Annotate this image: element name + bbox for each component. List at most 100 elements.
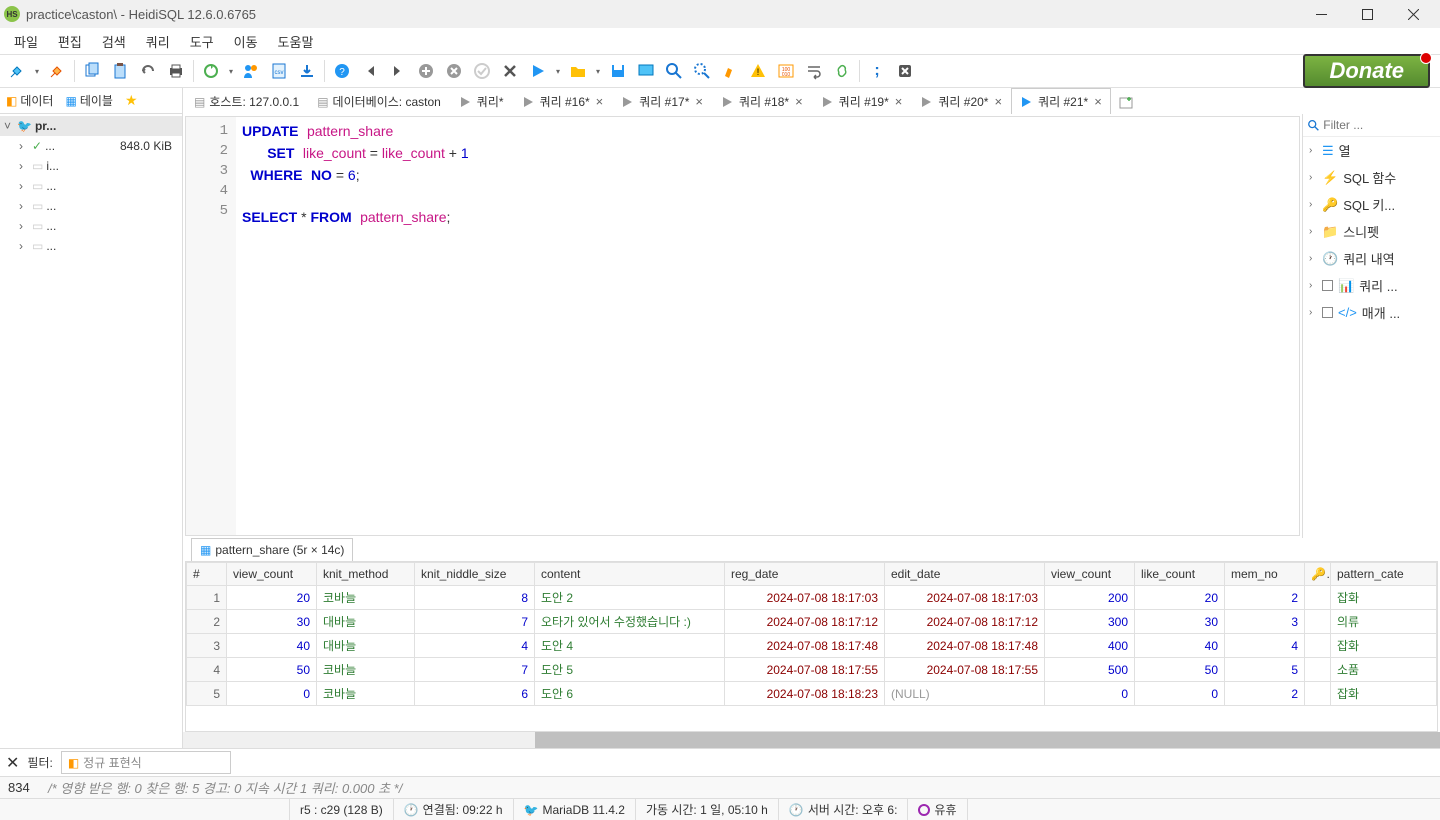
warning-icon[interactable]: ! bbox=[745, 58, 771, 84]
add-icon[interactable] bbox=[413, 58, 439, 84]
semicolon-icon[interactable]: ; bbox=[864, 58, 890, 84]
tree-item[interactable]: ›▭... bbox=[0, 176, 182, 196]
csv-icon[interactable]: csv bbox=[266, 58, 292, 84]
last-icon[interactable] bbox=[385, 58, 411, 84]
menu-go[interactable]: 이동 bbox=[224, 28, 268, 55]
add-tab-button[interactable] bbox=[1115, 92, 1137, 114]
menu-query[interactable]: 쿼리 bbox=[136, 28, 180, 55]
paste-icon[interactable] bbox=[107, 58, 133, 84]
tab-host[interactable]: ▤호스트: 127.0.0.1 bbox=[185, 88, 308, 114]
stop-icon[interactable] bbox=[892, 58, 918, 84]
helper-parameters[interactable]: ›</>매개 ... bbox=[1303, 299, 1440, 326]
helper-snippets[interactable]: ›📁스니펫 bbox=[1303, 218, 1440, 245]
helper-sql-functions[interactable]: ›⚡SQL 함수 bbox=[1303, 164, 1440, 191]
tab-query-18[interactable]: 쿼리 #18*× bbox=[712, 88, 812, 114]
close-icon[interactable]: × bbox=[895, 94, 903, 109]
donate-button[interactable]: Donate bbox=[1303, 54, 1430, 88]
undo-icon[interactable] bbox=[135, 58, 161, 84]
log-message: /* 영향 받은 행: 0 찾은 행: 5 경고: 0 지속 시간 1 쿼리: … bbox=[48, 778, 402, 797]
binary-icon[interactable]: 100010 bbox=[773, 58, 799, 84]
copy-icon[interactable] bbox=[79, 58, 105, 84]
table-row[interactable]: 340대바늘4도안 42024-07-08 18:17:482024-07-08… bbox=[187, 634, 1437, 658]
run-icon[interactable] bbox=[525, 58, 551, 84]
horizontal-scrollbar[interactable] bbox=[183, 732, 1440, 748]
sql-editor[interactable]: 12345 UPDATE pattern_share SET like_coun… bbox=[185, 116, 1300, 536]
cancel-icon[interactable] bbox=[497, 58, 523, 84]
sidetab-table[interactable]: ▦테이블 bbox=[59, 88, 118, 113]
tab-query-16[interactable]: 쿼리 #16*× bbox=[513, 88, 613, 114]
first-icon[interactable] bbox=[357, 58, 383, 84]
menu-edit[interactable]: 편집 bbox=[48, 28, 92, 55]
dropdown-icon[interactable]: ▾ bbox=[553, 67, 563, 76]
dropdown-icon[interactable]: ▾ bbox=[226, 67, 236, 76]
link-icon[interactable] bbox=[829, 58, 855, 84]
code-area[interactable]: UPDATE pattern_share SET like_count = li… bbox=[236, 117, 1299, 535]
filter-field[interactable]: ◧정규 표현식 bbox=[61, 751, 231, 774]
menu-help[interactable]: 도움말 bbox=[268, 28, 324, 55]
tree-item[interactable]: ›▭... bbox=[0, 216, 182, 236]
maximize-button[interactable] bbox=[1344, 0, 1390, 28]
toolbar: ▾ ▾ csv ? ▾ ▾ ! 100010 ; Donate bbox=[0, 54, 1440, 88]
table-row[interactable]: 450코바늘7도안 52024-07-08 18:17:552024-07-08… bbox=[187, 658, 1437, 682]
folder-icon[interactable] bbox=[565, 58, 591, 84]
menu-file[interactable]: 파일 bbox=[4, 28, 48, 55]
print-icon[interactable] bbox=[163, 58, 189, 84]
result-grid[interactable]: #view_countknit_methodknit_niddle_sizeco… bbox=[185, 561, 1438, 732]
close-button[interactable] bbox=[1390, 0, 1436, 28]
clock-icon: 🕐 bbox=[1322, 251, 1338, 267]
dropdown-icon[interactable]: ▾ bbox=[32, 67, 42, 76]
helper-query-history[interactable]: ›🕐쿼리 내역 bbox=[1303, 245, 1440, 272]
helper-columns[interactable]: ›☰열 bbox=[1303, 137, 1440, 164]
tree-item[interactable]: ›✓...848.0 KiB bbox=[0, 136, 182, 156]
zoom-icon[interactable] bbox=[689, 58, 715, 84]
screen-icon[interactable] bbox=[633, 58, 659, 84]
close-icon[interactable]: × bbox=[695, 94, 703, 109]
users-icon[interactable] bbox=[238, 58, 264, 84]
save-icon[interactable] bbox=[605, 58, 631, 84]
help-icon[interactable]: ? bbox=[329, 58, 355, 84]
disconnect-icon[interactable] bbox=[44, 58, 70, 84]
dropdown-icon[interactable]: ▾ bbox=[593, 67, 603, 76]
tree-root[interactable]: ˅🐦pr... bbox=[0, 116, 182, 136]
key-icon: 🔑 bbox=[1311, 567, 1331, 581]
refresh-icon[interactable] bbox=[198, 58, 224, 84]
tab-database[interactable]: ▤데이터베이스: caston bbox=[308, 88, 450, 114]
close-icon[interactable]: × bbox=[795, 94, 803, 109]
highlight-icon[interactable] bbox=[717, 58, 743, 84]
sidetab-data[interactable]: ◧데이터 bbox=[0, 88, 59, 113]
tab-query[interactable]: 쿼리* bbox=[450, 88, 513, 114]
table-row[interactable]: 120코바늘8도안 22024-07-08 18:17:032024-07-08… bbox=[187, 586, 1437, 610]
tree-item[interactable]: ›▭... bbox=[0, 196, 182, 216]
checkbox[interactable] bbox=[1322, 307, 1333, 318]
minimize-button[interactable] bbox=[1298, 0, 1344, 28]
helper-query-profile[interactable]: ›📊쿼리 ... bbox=[1303, 272, 1440, 299]
remove-icon[interactable] bbox=[441, 58, 467, 84]
tab-query-19[interactable]: 쿼리 #19*× bbox=[812, 88, 912, 114]
tree-item[interactable]: ›▭... bbox=[0, 236, 182, 256]
helper-filter[interactable] bbox=[1303, 114, 1440, 137]
tree-item[interactable]: ›▭i... bbox=[0, 156, 182, 176]
connect-icon[interactable] bbox=[4, 58, 30, 84]
close-icon[interactable]: × bbox=[596, 94, 604, 109]
checkbox[interactable] bbox=[1322, 280, 1333, 291]
wrap-icon[interactable] bbox=[801, 58, 827, 84]
export-icon[interactable] bbox=[294, 58, 320, 84]
db-tree[interactable]: ˅🐦pr... ›✓...848.0 KiB ›▭i... ›▭... ›▭..… bbox=[0, 114, 182, 258]
grid-header[interactable]: #view_countknit_methodknit_niddle_sizeco… bbox=[187, 563, 1437, 586]
search-icon[interactable] bbox=[661, 58, 687, 84]
close-icon[interactable]: × bbox=[1094, 94, 1102, 109]
tab-query-21[interactable]: 쿼리 #21*× bbox=[1011, 88, 1111, 114]
menu-tools[interactable]: 도구 bbox=[180, 28, 224, 55]
tab-query-20[interactable]: 쿼리 #20*× bbox=[911, 88, 1011, 114]
sidetab-favorite[interactable]: ★ bbox=[119, 88, 144, 113]
result-tab[interactable]: ▦pattern_share (5r × 14c) bbox=[191, 538, 353, 561]
table-row[interactable]: 50코바늘6도안 62024-07-08 18:18:23(NULL)002잡화 bbox=[187, 682, 1437, 706]
tab-query-17[interactable]: 쿼리 #17*× bbox=[612, 88, 712, 114]
commit-icon[interactable] bbox=[469, 58, 495, 84]
helper-sql-keywords[interactable]: ›🔑SQL 키... bbox=[1303, 191, 1440, 218]
close-filter-icon[interactable]: ✕ bbox=[6, 753, 19, 773]
menu-search[interactable]: 검색 bbox=[92, 28, 136, 55]
filter-input[interactable] bbox=[1323, 118, 1436, 132]
table-row[interactable]: 230대바늘7오타가 있어서 수정했습니다 :)2024-07-08 18:17… bbox=[187, 610, 1437, 634]
close-icon[interactable]: × bbox=[994, 94, 1002, 109]
